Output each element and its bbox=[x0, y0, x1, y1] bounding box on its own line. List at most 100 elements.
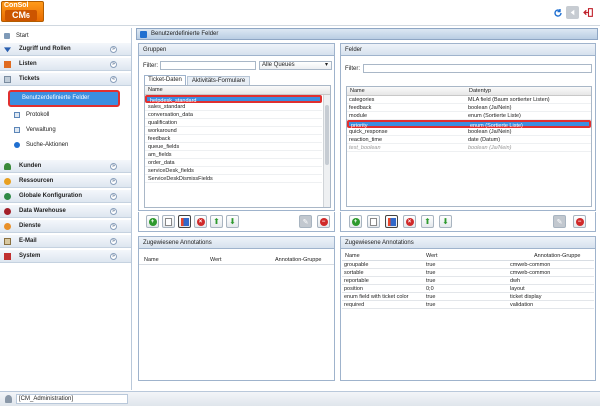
section-label: Ressourcen bbox=[19, 178, 54, 184]
table-row[interactable]: reportable true dwh bbox=[342, 277, 594, 285]
table-row[interactable]: ServiceDeskDismissFields bbox=[145, 175, 322, 183]
table-row[interactable]: sales_standard bbox=[145, 103, 322, 111]
sidebar-item-suche-aktionen[interactable]: Suche-Aktionen bbox=[14, 140, 124, 150]
move-field-up-button[interactable]: ⬆ bbox=[421, 215, 434, 228]
fields-filter-input[interactable] bbox=[363, 64, 592, 73]
chevron-down-icon[interactable]: » bbox=[110, 163, 117, 170]
edit-field-button[interactable] bbox=[367, 215, 380, 228]
fields-table: Name Datentyp categories MLA field (Baum … bbox=[346, 86, 592, 207]
table-row[interactable]: am_fields bbox=[145, 151, 322, 159]
refresh-icon[interactable] bbox=[551, 6, 564, 19]
section-label: Kunden bbox=[19, 163, 42, 169]
sidebar-section-zugriff[interactable]: Zugriff und Rollen » bbox=[0, 43, 131, 56]
sidebar-item-benutzerdefinierte-felder[interactable]: Benutzerdefinierte Felder bbox=[8, 90, 120, 107]
table-row[interactable]: feedback boolean (Ja/Nein) bbox=[347, 104, 591, 112]
table-row[interactable]: conversation_data bbox=[145, 111, 322, 119]
fields-panel: Felder Filter: Name Datentyp categories M… bbox=[340, 43, 596, 211]
pencil-icon: ✎ bbox=[302, 218, 309, 226]
add-button[interactable]: + bbox=[146, 215, 159, 228]
table-row[interactable]: queue_fields bbox=[145, 143, 322, 151]
table-row[interactable]: reaction_time date (Datum) bbox=[347, 136, 591, 144]
back-icon[interactable] bbox=[566, 6, 579, 19]
table-row[interactable]: priority enum (Sortierte Liste) bbox=[347, 120, 591, 129]
scrollbar-thumb[interactable] bbox=[325, 105, 329, 165]
sidebar-start[interactable]: Start bbox=[4, 31, 124, 41]
queue-select[interactable]: Alle Queues ▾ bbox=[259, 61, 332, 70]
table-row[interactable]: qualification bbox=[145, 119, 322, 127]
column-header-group: Annotation-Gruppe bbox=[275, 257, 322, 263]
sidebar-section-dienste[interactable]: Dienste » bbox=[0, 220, 131, 233]
sidebar-item-protokoll[interactable]: Protokoll bbox=[14, 110, 124, 120]
column-header-name: Name bbox=[345, 253, 360, 259]
arrow-up-icon: ⬆ bbox=[213, 217, 220, 226]
sidebar-item-verwaltung[interactable]: Verwaltung bbox=[14, 125, 124, 135]
scrollbar[interactable] bbox=[323, 95, 330, 207]
filter-label: Filter: bbox=[143, 63, 158, 69]
table-row[interactable]: position 0;0 layout bbox=[342, 285, 594, 293]
globe-icon bbox=[4, 193, 11, 200]
sidebar-section-email[interactable]: E-Mail » bbox=[0, 235, 131, 248]
delete-field-button[interactable]: × bbox=[403, 215, 416, 228]
sidebar-section-globale-konfiguration[interactable]: Globale Konfiguration » bbox=[0, 190, 131, 203]
chevron-down-icon[interactable]: » bbox=[110, 208, 117, 215]
table-row[interactable]: feedback bbox=[145, 135, 322, 143]
disabled-field-button[interactable]: ✎ bbox=[553, 215, 566, 228]
sidebar-section-system[interactable]: System » bbox=[0, 250, 131, 263]
table-row[interactable]: sortable true cmweb-common bbox=[342, 269, 594, 277]
sidebar-section-listen[interactable]: Listen » bbox=[0, 58, 131, 71]
chevron-down-icon[interactable]: » bbox=[110, 193, 117, 200]
logout-icon[interactable] bbox=[582, 6, 595, 19]
table-row[interactable]: order_data bbox=[145, 159, 322, 167]
groups-filter-input[interactable] bbox=[160, 61, 256, 70]
row-label: sales_standard bbox=[148, 104, 186, 110]
sidebar-section-ressourcen[interactable]: Ressourcen » bbox=[0, 175, 131, 188]
move-field-down-button[interactable]: ⬇ bbox=[439, 215, 452, 228]
table-row[interactable]: serviceDesk_fields bbox=[145, 167, 322, 175]
section-label: Globale Konfiguration bbox=[19, 193, 82, 199]
mail-icon bbox=[4, 238, 11, 245]
row-label: am_fields bbox=[148, 152, 172, 158]
section-label: Dienste bbox=[19, 223, 41, 229]
annotation-name: enum field with ticket color bbox=[344, 294, 409, 300]
add-field-button[interactable]: + bbox=[349, 215, 362, 228]
sidebar-section-tickets[interactable]: Tickets « bbox=[0, 73, 131, 86]
chevron-up-icon[interactable]: « bbox=[110, 76, 117, 83]
page-title: Benutzerdefinierte Felder bbox=[151, 31, 219, 37]
chevron-down-icon[interactable]: » bbox=[110, 238, 117, 245]
table-row[interactable]: module enum (Sortierte Liste) bbox=[347, 112, 591, 120]
top-bar: ConSol CM6 bbox=[0, 0, 600, 26]
chevron-down-icon[interactable]: » bbox=[110, 253, 117, 260]
move-up-button[interactable]: ⬆ bbox=[210, 215, 223, 228]
queue-select-value: Alle Queues bbox=[262, 62, 295, 68]
delete-button[interactable]: × bbox=[194, 215, 207, 228]
chevron-down-icon[interactable]: » bbox=[110, 223, 117, 230]
grid-icon bbox=[140, 31, 147, 38]
sidebar-item-label: Benutzerdefinierte Felder bbox=[22, 95, 90, 101]
table-row[interactable]: quick_response boolean (Ja/Nein) bbox=[347, 128, 591, 136]
annotation-value: true bbox=[426, 294, 436, 300]
table-row[interactable]: required true validation bbox=[342, 301, 594, 309]
tab-ticket-daten[interactable]: Ticket-Daten bbox=[144, 75, 186, 85]
chevron-down-icon[interactable]: » bbox=[110, 178, 117, 185]
field-name: feedback bbox=[349, 105, 372, 111]
table-row[interactable]: enum field with ticket color true ticket d… bbox=[342, 293, 594, 301]
edit-list-button[interactable] bbox=[178, 215, 191, 228]
sidebar-section-data-warehouse[interactable]: Data Warehouse » bbox=[0, 205, 131, 218]
chevron-down-icon[interactable]: » bbox=[110, 46, 117, 53]
table-row[interactable]: test_boolean boolean (Ja/Nein) bbox=[347, 144, 591, 152]
move-down-button[interactable]: ⬇ bbox=[226, 215, 239, 228]
edit-button[interactable] bbox=[162, 215, 175, 228]
table-row[interactable]: groupable true cmweb-common bbox=[342, 261, 594, 269]
section-label: Zugriff und Rollen bbox=[19, 46, 71, 52]
table-row[interactable]: workaround bbox=[145, 127, 322, 135]
tab-aktivitaets-formulare[interactable]: Aktivitäts-Formulare bbox=[187, 76, 250, 85]
remove-field-button[interactable]: − bbox=[573, 215, 586, 228]
edit-list-field-button[interactable] bbox=[385, 215, 398, 228]
table-row[interactable]: helpdesk_standard bbox=[145, 95, 322, 104]
disabled-button[interactable]: ✎ bbox=[299, 215, 312, 228]
column-header-name: Name bbox=[148, 87, 163, 93]
sidebar-section-kunden[interactable]: Kunden » bbox=[0, 160, 131, 173]
chevron-down-icon[interactable]: » bbox=[110, 61, 117, 68]
remove-button[interactable]: − bbox=[317, 215, 330, 228]
table-row[interactable]: categories MLA field (Baum sortierter Lis… bbox=[347, 96, 591, 104]
